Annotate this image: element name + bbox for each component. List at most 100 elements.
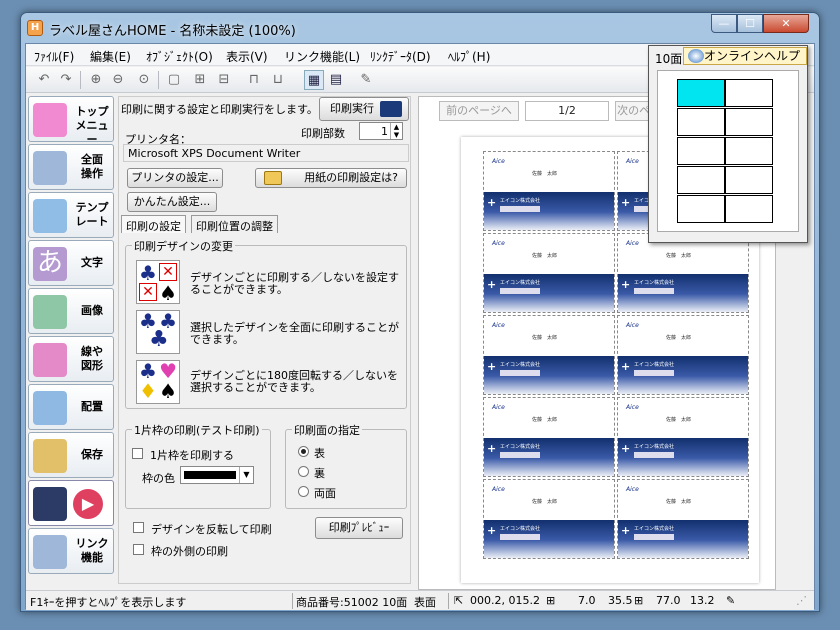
undo-icon[interactable]: ↶	[34, 70, 54, 90]
printer-name-field[interactable]: Microsoft XPS Document Writer	[123, 144, 409, 162]
easy-settings-button[interactable]: かんたん設定...	[127, 192, 217, 212]
print-execute-button[interactable]: 印刷実行	[319, 97, 409, 121]
sidebar-item-template[interactable]: テンプ レート	[28, 192, 114, 238]
club-full-icon[interactable]: ♣ ♣ ♣	[136, 309, 180, 354]
sidebar-item-image[interactable]: 画像	[28, 288, 114, 334]
mini-cell[interactable]	[725, 166, 773, 194]
label-card[interactable]: Aice 佐藤 太郎 +エイコン株式会社	[483, 233, 615, 313]
grid-view-icon[interactable]: ▦	[304, 70, 324, 90]
sidebar-item-top-menu[interactable]: トップ メニュー	[28, 96, 114, 146]
mini-cell[interactable]	[677, 137, 725, 165]
card-logo: Aice	[626, 486, 639, 493]
chevron-down-icon[interactable]: ▼	[239, 467, 253, 483]
plus-icon: +	[621, 360, 631, 373]
spin-arrows-icon[interactable]: ▲ ▼	[390, 123, 402, 139]
status-coords: 000.2, 015.2	[470, 594, 540, 607]
sidebar-item-print[interactable]: ▶	[28, 480, 114, 526]
zoom-fit-icon[interactable]: ⊙	[134, 70, 154, 90]
frame-color-select[interactable]: ▼	[180, 466, 254, 484]
mini-cell[interactable]	[725, 79, 773, 107]
card-address-bar	[634, 452, 674, 458]
layout-arrange-icon	[33, 391, 67, 425]
mini-cell[interactable]	[725, 137, 773, 165]
card-name: 佐藤 太郎	[666, 335, 692, 341]
mirror-print-label: デザインを反転して印刷	[151, 523, 272, 536]
mini-cell[interactable]	[677, 79, 725, 107]
card-company: エイコン株式会社	[500, 198, 541, 204]
menu-file[interactable]: ﾌｧｲﾙ(F)	[34, 48, 74, 65]
card-logo: Aice	[626, 322, 639, 329]
side-front-radio[interactable]	[298, 446, 309, 457]
side-both-radio[interactable]	[298, 486, 309, 497]
prev-page-button[interactable]: 前のページへ	[439, 101, 519, 121]
label-card[interactable]: Aice 佐藤 太郎 +エイコン株式会社	[617, 479, 749, 559]
mini-cell[interactable]	[677, 166, 725, 194]
printer-settings-button[interactable]: プリンタの設定...	[127, 168, 223, 188]
mini-cell[interactable]	[677, 108, 725, 136]
sidebar-item-save[interactable]: 保存	[28, 432, 114, 478]
club-rotate-icon[interactable]: ♣ ♥ ♦ ♠	[136, 359, 180, 404]
tab-print-position[interactable]: 印刷位置の調整	[191, 215, 278, 233]
sidebar-item-full-operation[interactable]: 全面 操作	[28, 144, 114, 190]
sidebar-item-shapes[interactable]: 線や 図形	[28, 336, 114, 382]
menu-link-data[interactable]: ﾘﾝｸﾃﾞｰﾀ(D)	[370, 48, 431, 65]
label-card[interactable]: Aice 佐藤 太郎 +エイコン株式会社	[617, 397, 749, 477]
card-logo: Aice	[492, 404, 505, 411]
paper-help-button[interactable]: 用紙の印刷設定は?	[255, 168, 407, 188]
tab-print-settings[interactable]: 印刷の設定	[121, 215, 186, 233]
pen-icon[interactable]: ✎	[726, 594, 735, 607]
lock-icon[interactable]: ⊓	[244, 70, 264, 90]
print-side-group-title: 印刷面の指定	[292, 422, 362, 438]
zoom-in-icon[interactable]: ⊕	[86, 70, 106, 90]
menu-view[interactable]: 表示(V)	[226, 48, 268, 65]
menu-link[interactable]: リンク機能(L)	[284, 48, 360, 65]
sidebar-item-label: 線や 図形	[81, 345, 103, 372]
side-both-label: 両面	[314, 487, 336, 500]
side-back-label: 裏	[314, 467, 325, 480]
mini-cell[interactable]	[677, 195, 725, 223]
copies-value: 1	[381, 125, 388, 138]
outer-frame-checkbox[interactable]	[133, 544, 144, 555]
label-card[interactable]: Aice 佐藤 太郎 +エイコン株式会社	[617, 315, 749, 395]
paint-icon[interactable]: ✎	[356, 70, 376, 90]
app-icon: H	[27, 20, 43, 36]
label-card[interactable]: Aice 佐藤 太郎 +エイコン株式会社	[483, 397, 615, 477]
design-option-text-3: デザインごとに180度回転する／しないを選択することができます。	[190, 369, 398, 394]
redo-icon[interactable]: ↷	[56, 70, 76, 90]
side-back-radio[interactable]	[298, 466, 309, 477]
label-card[interactable]: Aice 佐藤 太郎 +エイコン株式会社	[483, 479, 615, 559]
test-print-checkbox[interactable]	[132, 448, 143, 459]
mini-cell[interactable]	[725, 195, 773, 223]
label-card[interactable]: Aice 佐藤 太郎 +エイコン株式会社	[617, 233, 749, 313]
mini-cell[interactable]	[725, 108, 773, 136]
maximize-button[interactable]: ☐	[737, 14, 763, 33]
resize-grip-icon[interactable]: ⋰	[796, 594, 807, 607]
zoom-out-icon[interactable]: ⊖	[108, 70, 128, 90]
menu-object[interactable]: ｵﾌﾞｼﾞｪｸﾄ(O)	[146, 48, 213, 65]
group-icon[interactable]: ▢	[164, 70, 184, 90]
label-card[interactable]: Aice 佐藤 太郎 +エイコン株式会社	[483, 315, 615, 395]
menu-edit[interactable]: 編集(E)	[90, 48, 131, 65]
sidebar-item-text[interactable]: あ 文字	[28, 240, 114, 286]
online-help-button[interactable]: オンラインヘルプ	[683, 47, 807, 65]
menu-help[interactable]: ﾍﾙﾌﾟ(H)	[448, 48, 490, 65]
card-company: エイコン株式会社	[634, 444, 675, 450]
card-company: エイコン株式会社	[634, 526, 675, 532]
club-cross-icon[interactable]: ♣ ✕ ✕ ♠	[136, 260, 180, 305]
close-button[interactable]: ✕	[763, 14, 809, 33]
sidebar-item-layout[interactable]: 配置	[28, 384, 114, 430]
sidebar-item-link[interactable]: リンク 機能	[28, 528, 114, 574]
plus-icon: +	[487, 442, 497, 455]
unlock-icon[interactable]: ⊔	[268, 70, 288, 90]
print-preview-button[interactable]: 印刷ﾌﾟﾚﾋﾞｭｰ	[315, 517, 403, 539]
copies-stepper[interactable]: 1 ▲ ▼	[359, 122, 403, 140]
align-icon[interactable]: ⊞	[190, 70, 210, 90]
minimize-button[interactable]: —	[711, 14, 737, 33]
label-card[interactable]: Aice 佐藤 太郎 +エイコン株式会社	[483, 151, 615, 231]
mirror-print-checkbox[interactable]	[133, 522, 144, 533]
distribute-icon[interactable]: ⊟	[214, 70, 234, 90]
card-address-bar	[634, 370, 674, 376]
title-bar[interactable]: H ラベル屋さんHOME - 名称未設定 (100%) — ☐ ✕	[21, 13, 819, 43]
layout-icon[interactable]: ▤	[326, 70, 346, 90]
mini-layout-window[interactable]: 10面 オンラインヘルプ	[648, 45, 808, 243]
